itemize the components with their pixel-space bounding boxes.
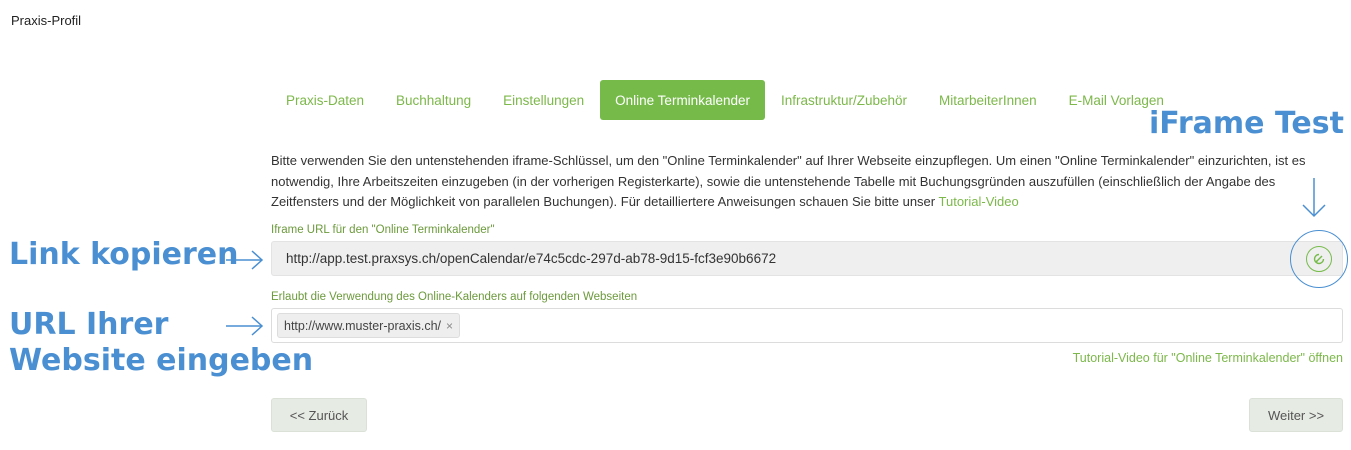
annotation-link-copy: Link kopieren bbox=[9, 237, 239, 272]
tutorial-video-inline-link[interactable]: Tutorial-Video bbox=[939, 194, 1019, 209]
annotation-url-line2: Website eingeben bbox=[9, 343, 314, 378]
tab-infrastruktur[interactable]: Infrastruktur/Zubehör bbox=[765, 80, 923, 120]
site-tag-label: http://www.muster-praxis.ch/ bbox=[284, 318, 441, 333]
remove-tag-icon[interactable]: × bbox=[446, 319, 453, 333]
tab-bar: Praxis-Daten Buchhaltung Einstellungen O… bbox=[270, 80, 1180, 120]
description-body: Bitte verwenden Sie den untenstehenden i… bbox=[271, 153, 1306, 209]
page-title: Praxis-Profil bbox=[11, 13, 82, 28]
back-button[interactable]: << Zurück bbox=[271, 398, 367, 432]
iframe-url-value: http://app.test.praxsys.ch/openCalendar/… bbox=[286, 251, 777, 266]
open-external-icon bbox=[1313, 253, 1325, 265]
tab-online-terminkalender[interactable]: Online Terminkalender bbox=[600, 80, 765, 120]
iframe-url-field[interactable]: http://app.test.praxsys.ch/openCalendar/… bbox=[271, 241, 1343, 276]
tab-einstellungen[interactable]: Einstellungen bbox=[487, 80, 600, 120]
annotation-iframe-test: iFrame Test bbox=[1149, 106, 1344, 141]
description-text: Bitte verwenden Sie den untenstehenden i… bbox=[271, 151, 1331, 213]
site-tag: http://www.muster-praxis.ch/ × bbox=[277, 313, 461, 338]
tab-buchhaltung[interactable]: Buchhaltung bbox=[380, 80, 487, 120]
tutorial-video-link[interactable]: Tutorial-Video für "Online Terminkalende… bbox=[1073, 351, 1343, 365]
annotation-url-website: URL Ihrer Website eingeben bbox=[9, 307, 313, 379]
next-button[interactable]: Weiter >> bbox=[1249, 398, 1343, 432]
tab-praxis-daten[interactable]: Praxis-Daten bbox=[270, 80, 380, 120]
allowed-sites-input[interactable]: http://www.muster-praxis.ch/ × bbox=[271, 308, 1343, 343]
iframe-url-label: Iframe URL für den "Online Terminkalende… bbox=[271, 224, 495, 236]
allowed-sites-label: Erlaubt die Verwendung des Online-Kalend… bbox=[271, 291, 638, 303]
tab-mitarbeiterinnen[interactable]: MitarbeiterInnen bbox=[923, 80, 1053, 120]
annotation-url-line1: URL Ihrer bbox=[9, 307, 169, 342]
arrow-right-icon bbox=[226, 250, 264, 270]
open-iframe-button[interactable] bbox=[1306, 246, 1332, 272]
arrow-right-icon bbox=[226, 316, 264, 336]
